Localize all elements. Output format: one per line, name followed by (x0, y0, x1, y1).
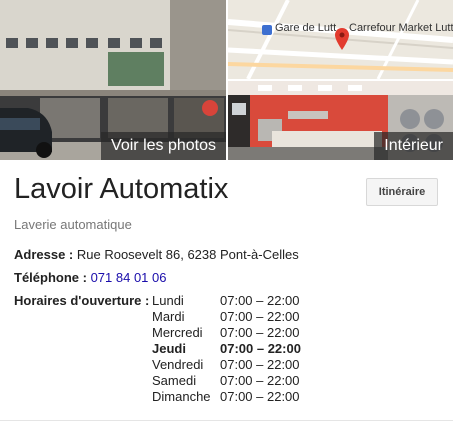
address-label: Adresse : (14, 247, 74, 262)
hours-time: 07:00 – 22:00 (220, 293, 300, 308)
storefront-photo[interactable]: Voir les photos (0, 0, 226, 160)
hours-time: 07:00 – 22:00 (220, 309, 300, 324)
divider (0, 420, 453, 421)
hours-table: Lundi 07:00 – 22:00 Mardi 07:00 – 22:00 … (152, 293, 301, 405)
hours-time: 07:00 – 22:00 (220, 373, 300, 388)
phone-row: Téléphone : 071 84 01 06 (14, 270, 166, 285)
map-shop-label: Carrefour Market Lutt (349, 22, 453, 34)
business-category: Laverie automatique (14, 217, 132, 232)
train-station-icon (262, 25, 272, 35)
view-photos-label[interactable]: Voir les photos (101, 132, 226, 160)
hours-day: Mardi (152, 309, 185, 324)
hours-row-wednesday: Mercredi 07:00 – 22:00 (152, 325, 301, 341)
phone-label: Téléphone : (14, 270, 87, 285)
interior-label[interactable]: Intérieur (374, 132, 453, 160)
hours-day: Jeudi (152, 341, 186, 356)
photo-strip: Voir les photos Gare de Lutt Carrefour M… (0, 0, 453, 160)
business-name: Lavoir Automatix (14, 173, 229, 205)
hours-row-friday: Vendredi 07:00 – 22:00 (152, 357, 301, 373)
hours-day: Mercredi (152, 325, 203, 340)
address-row: Adresse : Rue Roosevelt 86, 6238 Pont-à-… (14, 247, 299, 262)
phone-link[interactable]: 071 84 01 06 (91, 270, 167, 285)
hours-row-monday: Lundi 07:00 – 22:00 (152, 293, 301, 309)
address-value: Rue Roosevelt 86, 6238 Pont-à-Celles (76, 247, 299, 262)
map-station-label: Gare de Lutt (275, 22, 337, 34)
hours-row-saturday: Samedi 07:00 – 22:00 (152, 373, 301, 389)
hours-day: Dimanche (152, 389, 211, 404)
hours-row-thursday: Jeudi 07:00 – 22:00 (152, 341, 301, 357)
interior-photo[interactable]: Intérieur (228, 81, 453, 160)
hours-label: Horaires d'ouverture : (14, 293, 150, 308)
hours-day: Vendredi (152, 357, 204, 372)
hours-time: 07:00 – 22:00 (220, 341, 301, 356)
hours-row-sunday: Dimanche 07:00 – 22:00 (152, 389, 301, 405)
directions-button[interactable]: Itinéraire (366, 178, 438, 206)
hours-row-tuesday: Mardi 07:00 – 22:00 (152, 309, 301, 325)
hours-time: 07:00 – 22:00 (220, 357, 300, 372)
map-thumbnail[interactable]: Gare de Lutt Carrefour Market Lutt (228, 0, 453, 79)
hours-time: 07:00 – 22:00 (220, 325, 300, 340)
map-pin-icon (335, 28, 349, 50)
hours-day: Samedi (152, 373, 197, 388)
hours-time: 07:00 – 22:00 (220, 389, 300, 404)
hours-day: Lundi (152, 293, 184, 308)
